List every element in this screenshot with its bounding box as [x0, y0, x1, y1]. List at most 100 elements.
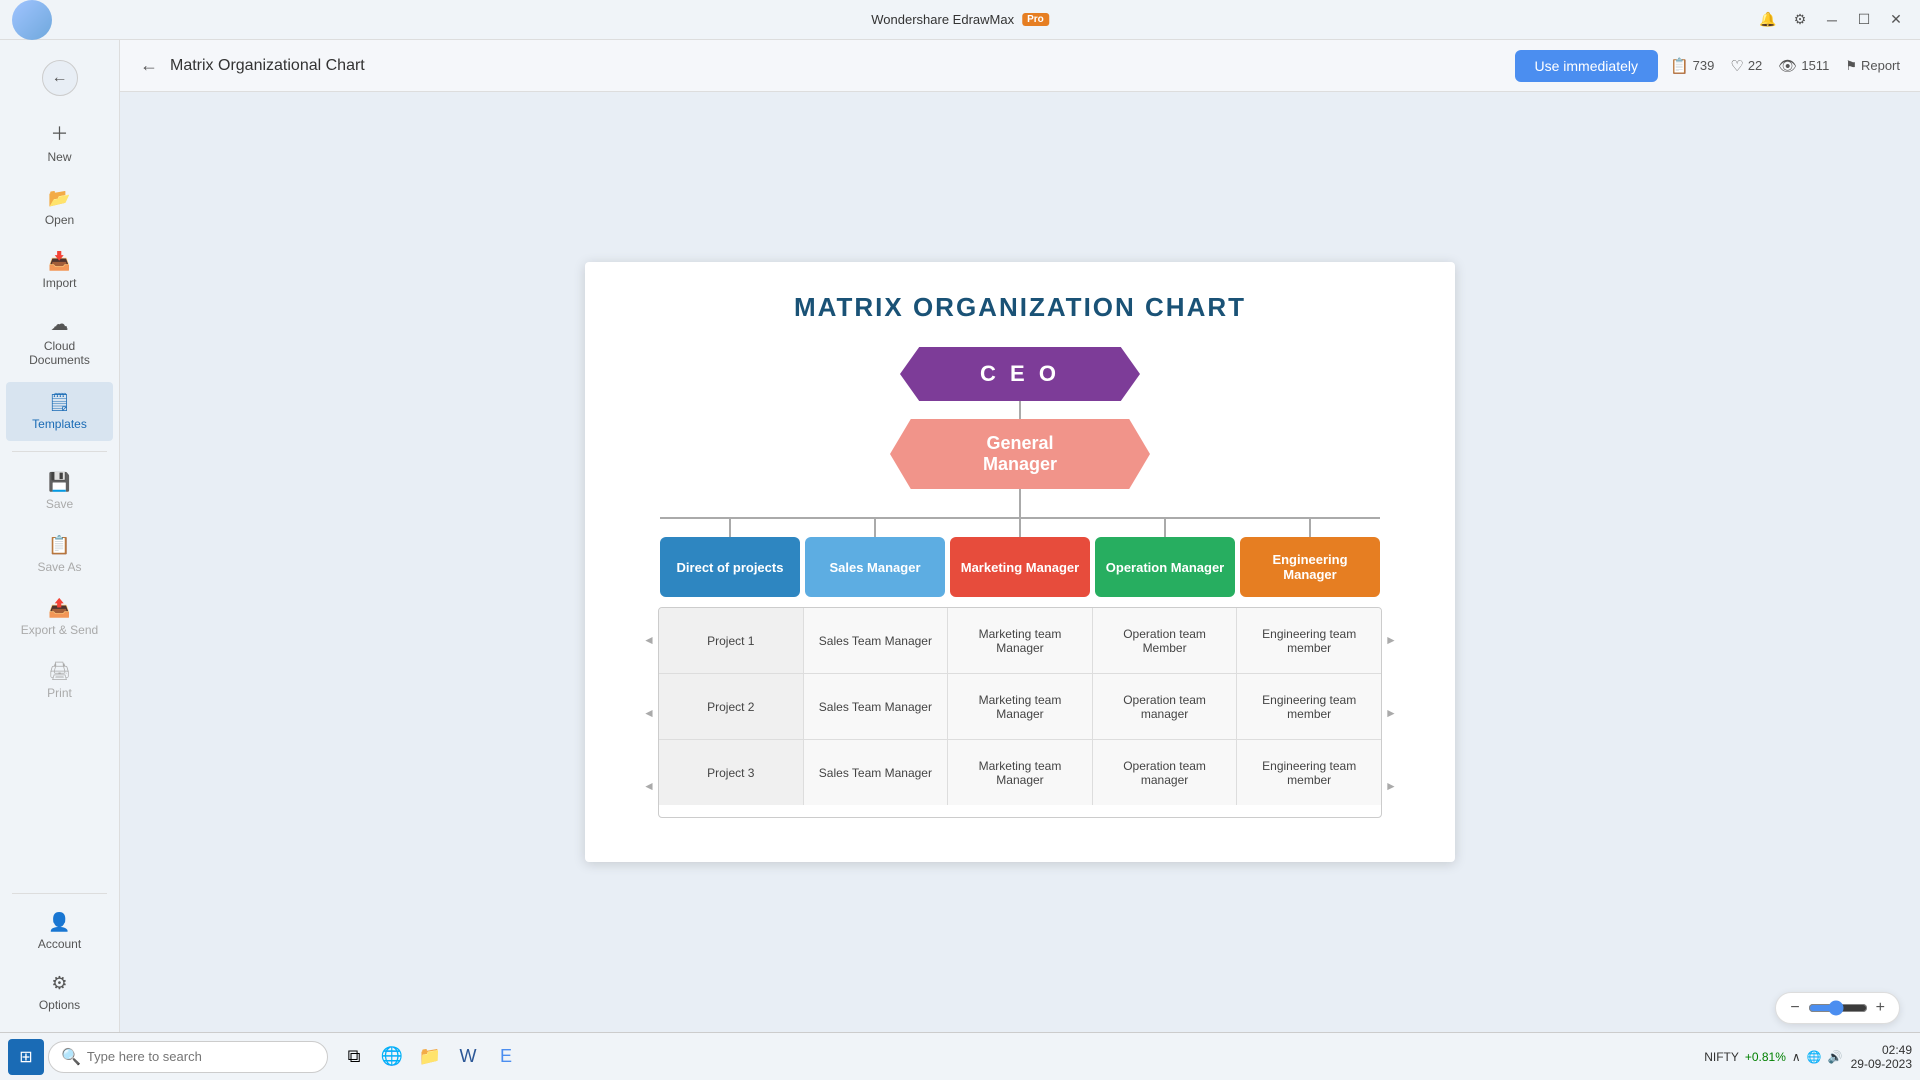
taskbar-search-box[interactable]: 🔍	[48, 1041, 328, 1073]
report-button[interactable]: ⚑ Report	[1845, 58, 1900, 74]
zoom-in-button[interactable]: +	[1876, 999, 1885, 1017]
diagram-canvas: MATRIX ORGANIZATION CHART C E O General …	[585, 262, 1455, 862]
org-section: Direct of projects Sales Manager Marketi…	[640, 517, 1400, 818]
window-controls: 🔔 ⚙ ─ ☐ ✕	[1756, 8, 1908, 32]
start-button[interactable]: ⊞	[8, 1039, 44, 1075]
sidebar-item-templates[interactable]: 🗒 Templates	[6, 382, 113, 441]
breadcrumb-back-arrow[interactable]: ←	[140, 55, 158, 76]
zoom-slider[interactable]	[1808, 1000, 1868, 1016]
marketing-2-cell: Marketing team Manager	[948, 674, 1093, 739]
app-title-area: Wondershare EdrawMax Pro	[871, 12, 1049, 27]
sidebar-options-label: Options	[39, 998, 80, 1012]
right-arrow-1: ►	[1382, 607, 1400, 672]
engineering-2-cell: Engineering team member	[1237, 674, 1381, 739]
sidebar-print-label: Print	[47, 686, 72, 700]
sidebar-account-label: Account	[38, 937, 81, 951]
chart-title: MATRIX ORGANIZATION CHART	[794, 292, 1246, 323]
sales-2-cell: Sales Team Manager	[804, 674, 949, 739]
sidebar-new-label: New	[47, 150, 71, 164]
v-drop-4	[1164, 517, 1166, 537]
sidebar-item-new[interactable]: ＋ New	[6, 110, 113, 174]
v-drop-1	[729, 517, 731, 537]
v-drop-5	[1309, 517, 1311, 537]
likes-count: 22	[1748, 58, 1762, 73]
search-input[interactable]	[87, 1049, 315, 1064]
taskbar-right: NIFTY +0.81% ∧ 🌐 🔊 02:49 29-09-2023	[1704, 1043, 1912, 1071]
taskbar-app-word[interactable]: W	[450, 1039, 486, 1075]
close-button[interactable]: ✕	[1884, 8, 1908, 32]
taskbar-app-browser[interactable]: 🌐	[374, 1039, 410, 1075]
sidebar-divider-2	[12, 893, 107, 894]
sidebar-item-save[interactable]: 💾 Save	[6, 462, 113, 521]
v-drop-3	[1019, 517, 1021, 537]
taskbar-app-edraw[interactable]: E	[488, 1039, 524, 1075]
save-as-icon: 📋	[48, 535, 70, 556]
table-row: Project 2 Sales Team Manager Marketing t…	[659, 674, 1381, 740]
left-arrow-3: ◄	[640, 753, 658, 818]
mgr-col-5: Engineering Manager	[1240, 517, 1380, 597]
report-icon: ⚑	[1845, 58, 1857, 74]
sidebar-item-export[interactable]: 📤 Export & Send	[6, 588, 113, 647]
page-title: Matrix Organizational Chart	[170, 57, 1503, 75]
operation-2-cell: Operation team manager	[1093, 674, 1238, 739]
open-icon: 📂	[48, 188, 70, 209]
taskbar-apps: ⧉ 🌐 📁 W E	[336, 1039, 524, 1075]
sidebar-saveas-label: Save As	[37, 560, 81, 574]
matrix-grid: Project 1 Sales Team Manager Marketing t…	[658, 607, 1382, 818]
sidebar-item-print[interactable]: 🖨 Print	[6, 651, 113, 710]
avatar-group	[12, 0, 52, 44]
sales-1-cell: Sales Team Manager	[804, 608, 949, 673]
save-icon: 💾	[48, 472, 70, 493]
taskbar-app-task-view[interactable]: ⧉	[336, 1039, 372, 1075]
zoom-out-button[interactable]: −	[1790, 999, 1799, 1017]
taskbar-app-explorer[interactable]: 📁	[412, 1039, 448, 1075]
marketing-3-cell: Marketing team Manager	[948, 740, 1093, 805]
sidebar-open-label: Open	[45, 213, 74, 227]
minimize-button[interactable]: ─	[1820, 8, 1844, 32]
views-count: 1511	[1801, 58, 1829, 73]
sidebar-export-label: Export & Send	[21, 623, 98, 637]
taskbar: ⊞ 🔍 ⧉ 🌐 📁 W E NIFTY +0.81% ∧ 🌐 🔊 02:49 2…	[0, 1032, 1920, 1080]
chevron-icon: ∧	[1792, 1050, 1801, 1064]
manager-node-operation: Operation Manager	[1095, 537, 1235, 597]
engineering-1-cell: Engineering team member	[1237, 608, 1381, 673]
settings-icon[interactable]: ⚙	[1788, 8, 1812, 32]
sidebar-item-open[interactable]: 📂 Open	[6, 178, 113, 237]
sidebar-item-save-as[interactable]: 📋 Save As	[6, 525, 113, 584]
project-2-cell: Project 2	[659, 674, 804, 739]
header-stats: 📋 739 ♡ 22 👁 1511 ⚑ Report	[1670, 57, 1900, 75]
copies-count: 739	[1693, 58, 1715, 73]
sidebar-cloud-label: Cloud Documents	[14, 339, 105, 368]
stat-likes: ♡ 22	[1730, 57, 1762, 75]
back-circle-icon: ←	[42, 60, 78, 96]
sidebar: ← ＋ New 📂 Open 📥 Import ☁ Cloud Document…	[0, 40, 120, 1032]
export-icon: 📤	[48, 598, 70, 619]
marketing-1-cell: Marketing team Manager	[948, 608, 1093, 673]
clock-date: 29-09-2023	[1851, 1057, 1912, 1071]
sound-icon: 🔊	[1828, 1050, 1843, 1064]
titlebar: Wondershare EdrawMax Pro 🔔 ⚙ ─ ☐ ✕	[0, 0, 1920, 40]
sidebar-item-cloud[interactable]: ☁ Cloud Documents	[6, 304, 113, 378]
sidebar-item-account[interactable]: 👤 Account	[6, 902, 113, 961]
table-row: Project 1 Sales Team Manager Marketing t…	[659, 608, 1381, 674]
right-arrows: ► ► ►	[1382, 607, 1400, 818]
sales-3-cell: Sales Team Manager	[804, 740, 949, 805]
stat-views: 👁 1511	[1778, 57, 1829, 75]
windows-icon: ⊞	[19, 1047, 32, 1067]
sidebar-bottom: 👤 Account ⚙ Options	[0, 885, 119, 1024]
copy-icon: 📋	[1670, 57, 1689, 75]
sidebar-save-label: Save	[46, 497, 73, 511]
sidebar-item-options[interactable]: ⚙ Options	[6, 963, 113, 1022]
mgr-col-4: Operation Manager	[1095, 517, 1235, 597]
print-icon: 🖨	[48, 661, 71, 682]
left-arrows: ◄ ◄ ◄	[640, 607, 658, 818]
notifications-icon[interactable]: 🔔	[1756, 8, 1780, 32]
right-arrow-2: ►	[1382, 680, 1400, 745]
maximize-button[interactable]: ☐	[1852, 8, 1876, 32]
import-icon: 📥	[48, 251, 70, 272]
back-button[interactable]: ←	[0, 48, 119, 108]
v-drop-2	[874, 517, 876, 537]
sidebar-import-label: Import	[42, 276, 76, 290]
use-immediately-button[interactable]: Use immediately	[1515, 50, 1658, 82]
sidebar-item-import[interactable]: 📥 Import	[6, 241, 113, 300]
